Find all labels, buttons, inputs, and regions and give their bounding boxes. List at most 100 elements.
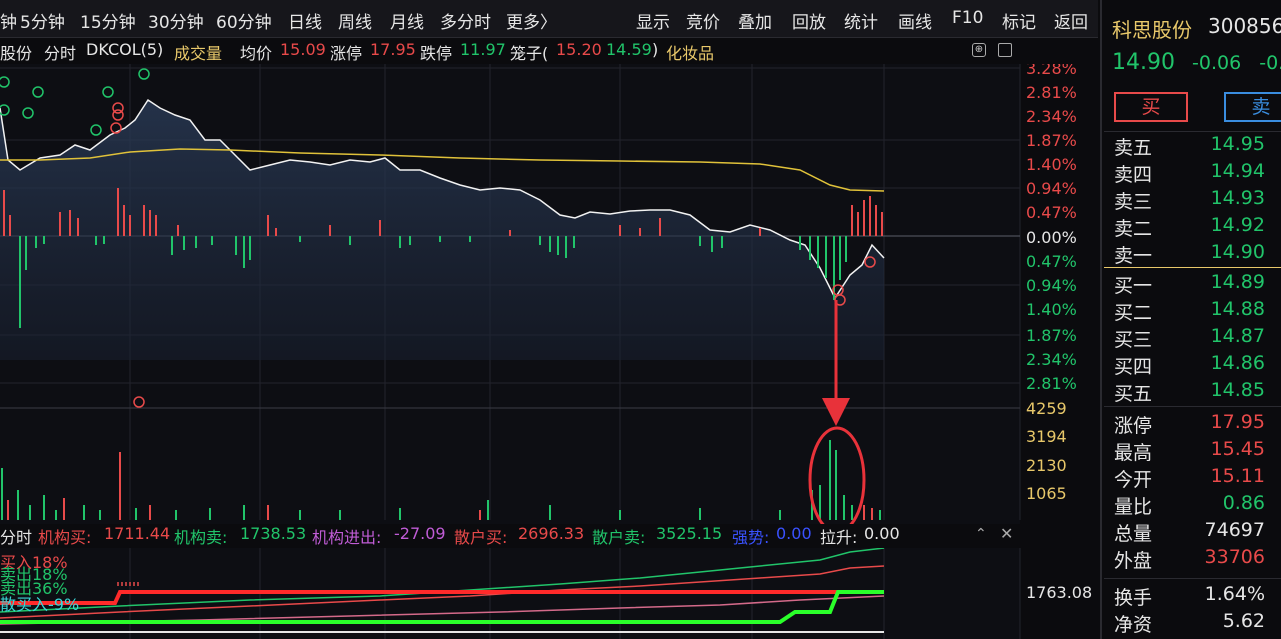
stat-label: 涨停 — [1114, 415, 1153, 437]
trend-value: 0.00 — [776, 524, 812, 543]
buy-button[interactable]: 买 — [1114, 92, 1188, 122]
chart-mode: 分时 — [44, 44, 77, 63]
more-menu[interactable]: 更多〉 — [506, 8, 557, 33]
axis-label-up-6: 0.47% — [1026, 203, 1077, 222]
bid-row-4: 买四 14.86 — [1114, 352, 1279, 378]
period-tab-60min[interactable]: 60分钟 — [216, 8, 272, 33]
ask-row-1: 卖一 14.90 — [1114, 241, 1279, 267]
bid-row-2: 买二 14.88 — [1114, 298, 1279, 324]
period-tab-5min[interactable]: 5分钟 — [20, 8, 65, 33]
flow-mode: 分时 — [0, 528, 33, 547]
inst-net-value: -27.09 — [394, 524, 446, 543]
chart-header: 股份 分时 DKCOL(5) 成交量 均价 15.09 涨停 17.95 跌停 … — [0, 38, 1025, 64]
ask-label: 卖二 — [1114, 218, 1153, 240]
replay-button[interactable]: 回放 — [792, 8, 826, 33]
price-change: -0.06 — [1192, 52, 1242, 74]
cage-high: 15.20 — [556, 40, 602, 59]
stat-value: 1.64% — [1204, 583, 1265, 605]
bid-label: 买三 — [1114, 329, 1153, 351]
close-icon[interactable]: ✕ — [1000, 524, 1013, 543]
stat-row: 涨停 17.95 — [1114, 411, 1279, 437]
ask-row-3: 卖三 14.93 — [1114, 187, 1279, 213]
stock-short-name: 股份 — [0, 44, 33, 63]
bid-row-5: 买五 14.85 — [1114, 379, 1279, 405]
collapse-icon[interactable]: ⌃ — [975, 526, 987, 542]
stats-button[interactable]: 统计 — [844, 8, 878, 33]
limit-down-label: 跌停 — [420, 44, 453, 63]
stat-label: 量比 — [1114, 496, 1153, 518]
inst-buy-label: 机构买: — [38, 528, 92, 547]
stat-value: 17.95 — [1210, 411, 1265, 433]
ask-price: 14.93 — [1210, 187, 1265, 209]
retail-sell-value: 3525.15 — [656, 524, 723, 543]
sell-button[interactable]: 卖 — [1224, 92, 1281, 122]
stat-label: 净资 — [1114, 614, 1153, 636]
stat-value: 74697 — [1204, 519, 1265, 541]
price-change-pct: -0.4 — [1259, 52, 1281, 74]
limit-up-value: 17.95 — [370, 40, 416, 59]
quote-panel: 科思股份 300856 14.90 -0.06 -0.4 买 卖 卖五 14.95… — [1100, 0, 1281, 639]
bid-label: 买五 — [1114, 383, 1153, 405]
stat-value: 5.62 — [1222, 610, 1265, 632]
back-button[interactable]: 返回 — [1054, 8, 1088, 33]
period-tab-15min[interactable]: 15分钟 — [80, 8, 136, 33]
stat-value: 15.11 — [1210, 465, 1265, 487]
indicator-name[interactable]: DKCOL(5) — [86, 40, 163, 59]
inst-net-label: 机构进出: — [312, 528, 382, 547]
stat-value: 0.86 — [1222, 492, 1265, 514]
stat-label: 今开 — [1114, 469, 1153, 491]
bid-row-3: 买三 14.87 — [1114, 325, 1279, 351]
draw-button[interactable]: 画线 — [898, 8, 932, 33]
volume-axis-1: 3194 — [1026, 427, 1067, 446]
bid-price: 14.89 — [1210, 271, 1265, 293]
volume-axis-3: 1065 — [1026, 484, 1067, 503]
maximize-icon[interactable] — [998, 43, 1012, 57]
stock-name: 科思股份 — [1112, 18, 1192, 42]
flow-chart: 买入18% 卖出18% 卖出36% 散买入-9% 1763.08 — [0, 548, 1092, 639]
volume-axis-0: 4259 — [1026, 399, 1067, 418]
axis-label-up-4: 1.40% — [1026, 155, 1077, 174]
stat-row: 净资 5.62 — [1114, 610, 1279, 636]
period-tab-30min[interactable]: 30分钟 — [148, 8, 204, 33]
axis-label-down-2: 1.40% — [1026, 300, 1077, 319]
ask-label: 卖四 — [1114, 164, 1153, 186]
period-tab-multi[interactable]: 多分时 — [440, 8, 491, 33]
stat-label: 外盘 — [1114, 550, 1153, 572]
axis-label-up-2: 2.34% — [1026, 107, 1077, 126]
pull-label: 拉升: — [820, 528, 858, 547]
inst-sell-value: 1738.53 — [240, 524, 307, 543]
stat-row: 总量 74697 — [1114, 519, 1279, 545]
pull-value: 0.00 — [864, 524, 900, 543]
limit-up-label: 涨停 — [330, 44, 363, 63]
ask-row-4: 卖四 14.94 — [1114, 160, 1279, 186]
bid-price: 14.85 — [1210, 379, 1265, 401]
legend-retail: 散买入-9% — [0, 595, 79, 614]
auction-button[interactable]: 竞价 — [686, 8, 720, 33]
divider — [1104, 406, 1281, 407]
avg-label: 均价 — [240, 44, 273, 63]
bid-ask-divider — [1104, 267, 1281, 268]
stat-value: 33706 — [1204, 546, 1265, 568]
period-tab-month[interactable]: 月线 — [390, 8, 424, 33]
axis-label-zero: 0.00% — [1026, 228, 1077, 247]
mark-button[interactable]: 标记 — [1002, 8, 1036, 33]
bid-label: 买一 — [1114, 275, 1153, 297]
price-axis: 3.28% 2.81% 2.34% 1.87% 1.40% 0.94% 0.47… — [1026, 64, 1077, 503]
retail-buy-value: 2696.33 — [518, 524, 585, 543]
stat-value: 15.45 — [1210, 438, 1265, 460]
period-tab-day[interactable]: 日线 — [288, 8, 322, 33]
bid-label: 买二 — [1114, 302, 1153, 324]
stat-row: 换手 1.64% — [1114, 583, 1279, 609]
period-tab-week[interactable]: 周线 — [338, 8, 372, 33]
overlay-button[interactable]: 叠加 — [738, 8, 772, 33]
intraday-chart: 3.28% 2.81% 2.34% 1.87% 1.40% 0.94% 0.47… — [0, 64, 1077, 524]
axis-label-up-5: 0.94% — [1026, 179, 1077, 198]
settings-icon[interactable]: ⊕ — [972, 43, 986, 57]
sector-label: 化妆品 — [666, 44, 715, 63]
period-tab-minute[interactable]: 钟 — [0, 8, 17, 33]
display-button[interactable]: 显示 — [636, 8, 670, 33]
cage-low: 14.59 — [606, 40, 652, 59]
ask-row-2: 卖二 14.92 — [1114, 214, 1279, 240]
axis-label-up-3: 1.87% — [1026, 131, 1077, 150]
f10-button[interactable]: F10 — [952, 8, 983, 28]
